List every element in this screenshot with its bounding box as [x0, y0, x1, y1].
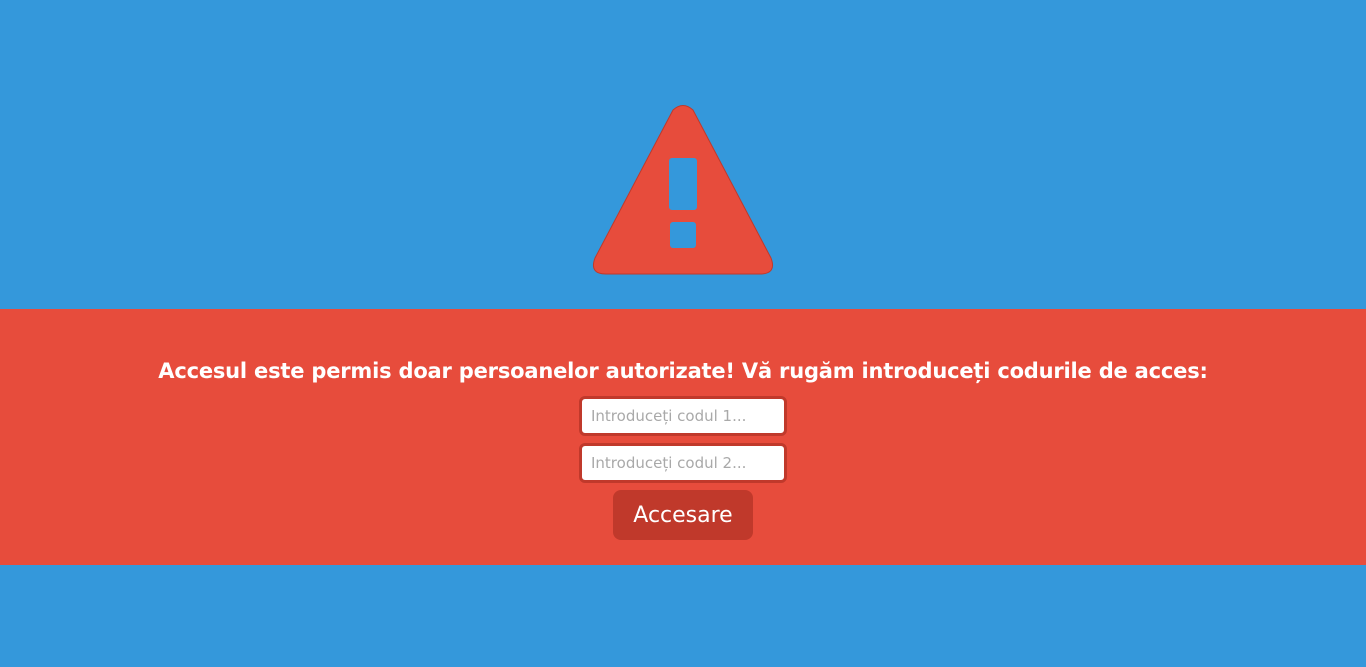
access-button[interactable]: Accesare	[613, 490, 753, 540]
code-1-input[interactable]	[579, 396, 787, 436]
code-2-input[interactable]	[579, 443, 787, 483]
warning-triangle-icon	[592, 105, 774, 275]
exclamation-bar	[669, 158, 697, 210]
access-page: Accesul este permis doar persoanelor aut…	[0, 0, 1366, 667]
exclamation-dot	[670, 222, 696, 248]
warning-icon	[590, 104, 776, 276]
access-message: Accesul este permis doar persoanelor aut…	[158, 359, 1208, 383]
